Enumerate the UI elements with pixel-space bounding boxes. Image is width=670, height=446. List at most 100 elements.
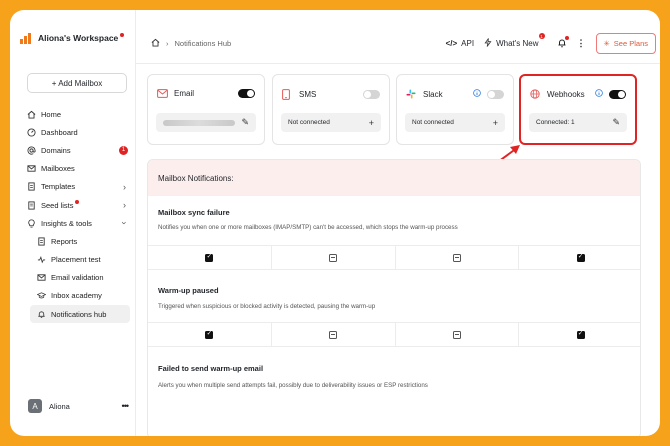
section-description: Notifies you when one or more mailboxes … bbox=[158, 224, 458, 231]
domains-count-badge: 1 bbox=[119, 145, 128, 155]
checkbox-indeterminate[interactable] bbox=[452, 330, 461, 339]
chevron-right-icon: › bbox=[123, 200, 126, 211]
info-icon[interactable] bbox=[473, 89, 481, 99]
sidebar-item-notifications-hub[interactable]: Notifications hub bbox=[30, 305, 130, 324]
sidebar-item-label: Domains bbox=[41, 145, 71, 155]
add-mailbox-button[interactable]: + Add Mailbox bbox=[27, 73, 127, 93]
api-label: API bbox=[461, 39, 475, 48]
panel-header: Mailbox Notifications: bbox=[148, 160, 640, 196]
edit-pencil-icon[interactable]: ✎ bbox=[612, 117, 620, 128]
sidebar-item-inbox-academy[interactable]: Inbox academy bbox=[26, 287, 130, 305]
sidebar-item-label: Reports bbox=[51, 236, 78, 246]
sidebar-nav: Home Dashboard Domains 1 Mailboxes Templ… bbox=[26, 105, 130, 324]
more-horizontal-icon[interactable]: ••• bbox=[122, 401, 130, 411]
more-vertical-icon[interactable]: ⋮ bbox=[577, 38, 586, 49]
sidebar-item-mailboxes[interactable]: Mailboxes bbox=[26, 160, 130, 178]
breadcrumb-current: Notifications Hub bbox=[174, 39, 232, 48]
checkbox-indeterminate[interactable] bbox=[452, 253, 461, 262]
sidebar-item-templates[interactable]: Templates › bbox=[26, 178, 130, 196]
channel-name: Webhooks bbox=[547, 89, 585, 99]
notification-dot bbox=[564, 35, 569, 40]
user-menu[interactable]: A Aliona ••• bbox=[28, 399, 130, 413]
check-cell bbox=[272, 246, 396, 269]
report-icon bbox=[36, 236, 46, 246]
app-window: Aliona's Workspace + Add Mailbox Home Da… bbox=[10, 10, 660, 436]
chevron-right-icon: › bbox=[166, 39, 169, 48]
checkbox-indeterminate[interactable] bbox=[329, 330, 338, 339]
checkbox-checked[interactable]: ✓ bbox=[205, 253, 214, 262]
webhooks-status: Connected: 1 ✎ bbox=[529, 113, 627, 132]
check-cell: ✓ bbox=[148, 246, 272, 269]
channel-name: Email bbox=[174, 89, 195, 98]
status-text: Not connected bbox=[412, 119, 454, 126]
slack-toggle[interactable] bbox=[487, 89, 504, 99]
mailbox-notifications-panel: Mailbox Notifications: Mailbox sync fail… bbox=[147, 159, 641, 436]
check-cell bbox=[396, 246, 520, 269]
sidebar-item-email-validation[interactable]: Email validation bbox=[26, 269, 130, 287]
home-icon[interactable] bbox=[151, 38, 160, 49]
sidebar-item-label: Insights & tools bbox=[41, 218, 92, 228]
dashboard-icon bbox=[26, 127, 36, 137]
checkbox-checked[interactable]: ✓ bbox=[205, 330, 214, 339]
workspace-name: Aliona's Workspace bbox=[38, 33, 119, 43]
seed-lists-alert-dot bbox=[74, 200, 79, 205]
home-icon bbox=[26, 109, 36, 119]
check-cell: ✓ bbox=[519, 323, 640, 346]
whats-new-badge: 1 bbox=[538, 33, 545, 39]
at-icon bbox=[26, 145, 36, 155]
sidebar-item-reports[interactable]: Reports bbox=[26, 232, 130, 250]
workspace-alert-dot bbox=[120, 33, 125, 37]
whats-new-label: What's New bbox=[496, 39, 539, 48]
check-cell bbox=[396, 323, 520, 346]
plus-icon[interactable]: + bbox=[369, 118, 374, 128]
api-button[interactable]: </> API bbox=[446, 39, 474, 48]
whats-new-button[interactable]: What's New 1 bbox=[484, 33, 545, 49]
channel-name: Slack bbox=[423, 89, 443, 99]
notifications-button[interactable] bbox=[557, 35, 569, 50]
sidebar-item-label: Mailboxes bbox=[41, 164, 75, 174]
check-cell bbox=[272, 323, 396, 346]
sidebar-item-label: Placement test bbox=[51, 255, 101, 265]
topbar-actions: </> API What's New 1 ⋮ ✳ See Plans bbox=[446, 33, 656, 54]
channel-card-slack: Slack Not connected + bbox=[396, 74, 514, 145]
lightning-icon bbox=[484, 38, 492, 49]
card-header: Slack bbox=[406, 89, 504, 99]
globe-icon bbox=[530, 89, 542, 99]
sidebar-item-label: Home bbox=[41, 109, 62, 119]
plus-icon[interactable]: + bbox=[493, 118, 498, 128]
sms-toggle[interactable] bbox=[363, 90, 380, 99]
sidebar-item-insights-tools[interactable]: Insights & tools › bbox=[26, 214, 130, 232]
checkbox-checked[interactable]: ✓ bbox=[576, 253, 585, 262]
email-address-field: ✎ bbox=[156, 113, 256, 132]
chevron-right-icon: › bbox=[123, 181, 126, 192]
workspace-switcher[interactable]: Aliona's Workspace bbox=[20, 32, 125, 44]
sms-status: Not connected + bbox=[281, 113, 381, 132]
webhooks-toggle[interactable] bbox=[609, 89, 626, 99]
info-icon[interactable] bbox=[595, 89, 603, 99]
sidebar-item-placement-test[interactable]: Placement test bbox=[26, 251, 130, 269]
list-icon bbox=[26, 200, 36, 210]
see-plans-label: See Plans bbox=[613, 39, 648, 48]
see-plans-button[interactable]: ✳ See Plans bbox=[595, 33, 656, 54]
mail-icon bbox=[26, 164, 36, 174]
workspace-logo-icon bbox=[20, 32, 32, 44]
sidebar-item-label: Dashboard bbox=[41, 127, 78, 137]
activity-icon bbox=[36, 255, 46, 265]
email-toggle[interactable] bbox=[238, 89, 255, 98]
section-title: Failed to send warm-up email bbox=[158, 364, 264, 373]
sidebar-item-label: Notifications hub bbox=[51, 309, 107, 319]
sidebar-item-domains[interactable]: Domains 1 bbox=[26, 141, 130, 159]
channel-card-sms: SMS Not connected + bbox=[272, 74, 390, 145]
sidebar-item-dashboard[interactable]: Dashboard bbox=[26, 123, 130, 141]
sidebar-item-home[interactable]: Home bbox=[26, 105, 130, 123]
checkbox-checked[interactable]: ✓ bbox=[576, 330, 585, 339]
redacted-email bbox=[163, 119, 235, 126]
sidebar-item-seed-lists[interactable]: Seed lists › bbox=[26, 196, 130, 214]
phone-icon bbox=[282, 89, 294, 100]
edit-pencil-icon[interactable]: ✎ bbox=[241, 117, 249, 128]
checkbox-indeterminate[interactable] bbox=[329, 253, 338, 262]
check-cell: ✓ bbox=[148, 323, 272, 346]
card-header: Webhooks bbox=[530, 89, 626, 99]
breadcrumb: › Notifications Hub bbox=[151, 38, 231, 49]
slack-icon bbox=[406, 89, 418, 99]
